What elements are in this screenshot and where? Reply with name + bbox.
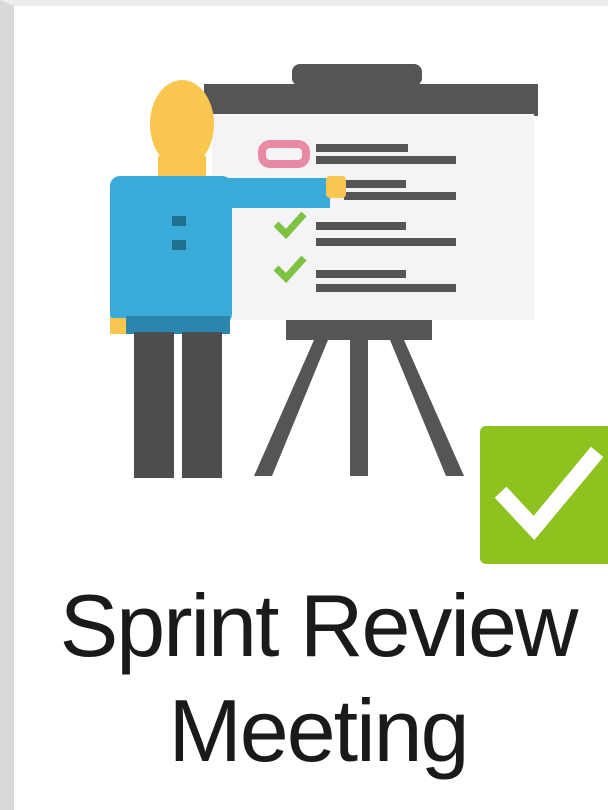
checkmark-badge-icon <box>480 426 608 564</box>
tile-label-line1: Sprint Review <box>59 576 579 675</box>
sprint-review-meeting-tile[interactable]: Sprint Review Meeting <box>0 0 608 810</box>
presentation-board-icon <box>14 6 608 586</box>
tile-label-line2: Meeting <box>168 681 469 780</box>
